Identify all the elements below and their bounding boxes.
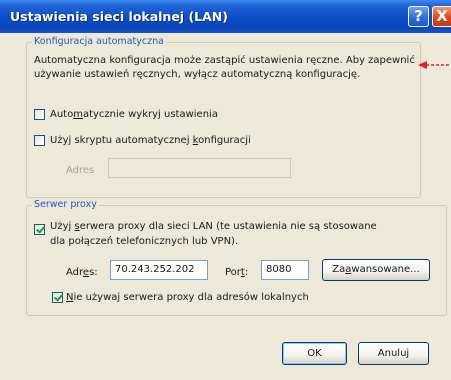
use-script-checkbox[interactable] bbox=[34, 135, 45, 146]
auto-config-legend: Konfiguracja automatyczna bbox=[32, 36, 166, 47]
proxy-legend: Serwer proxy bbox=[32, 199, 99, 210]
use-proxy-label-line-2: dla połączeń telefonicznych lub VPN). bbox=[50, 236, 239, 247]
auto-config-description-line-1: Automatyczna konfiguracja może zastąpić … bbox=[34, 55, 415, 66]
proxy-address-field[interactable]: 70.243.252.202 bbox=[110, 260, 208, 280]
script-address-label: Adres bbox=[66, 165, 95, 176]
help-button[interactable]: ? bbox=[408, 6, 429, 27]
annotation-arrow-icon bbox=[418, 61, 451, 69]
bypass-local-checkbox[interactable] bbox=[52, 292, 63, 303]
auto-detect-label[interactable]: Automatycznie wykryj ustawienia bbox=[50, 109, 218, 120]
proxy-port-label: Port: bbox=[225, 267, 249, 278]
ok-button[interactable]: OK bbox=[282, 342, 347, 365]
script-address-field[interactable] bbox=[108, 158, 291, 178]
dialog-body: Konfiguracja automatyczna Automatyczna k… bbox=[0, 33, 451, 380]
window-title: Ustawienia sieci lokalnej (LAN) bbox=[10, 9, 228, 24]
proxy-port-field[interactable]: 8080 bbox=[261, 260, 309, 280]
close-button[interactable]: X bbox=[432, 6, 451, 27]
auto-config-description-line-2: używanie ustawień ręcznych, wyłącz autom… bbox=[34, 69, 361, 80]
cancel-button[interactable]: Anuluj bbox=[358, 342, 429, 365]
advanced-button[interactable]: Zaawansowane... bbox=[322, 259, 430, 281]
bypass-local-label[interactable]: Nie używaj serwera proxy dla adresów lok… bbox=[66, 292, 309, 303]
use-script-label[interactable]: Użyj skryptu automatycznej konfiguracji bbox=[50, 135, 251, 146]
proxy-address-label: Adres: bbox=[66, 267, 98, 278]
use-proxy-checkbox[interactable] bbox=[34, 224, 45, 235]
use-proxy-label-line-1[interactable]: Użyj serwera proxy dla sieci LAN (te ust… bbox=[50, 221, 377, 232]
title-bar: Ustawienia sieci lokalnej (LAN) ? X bbox=[0, 0, 451, 34]
auto-detect-checkbox[interactable] bbox=[34, 109, 45, 120]
